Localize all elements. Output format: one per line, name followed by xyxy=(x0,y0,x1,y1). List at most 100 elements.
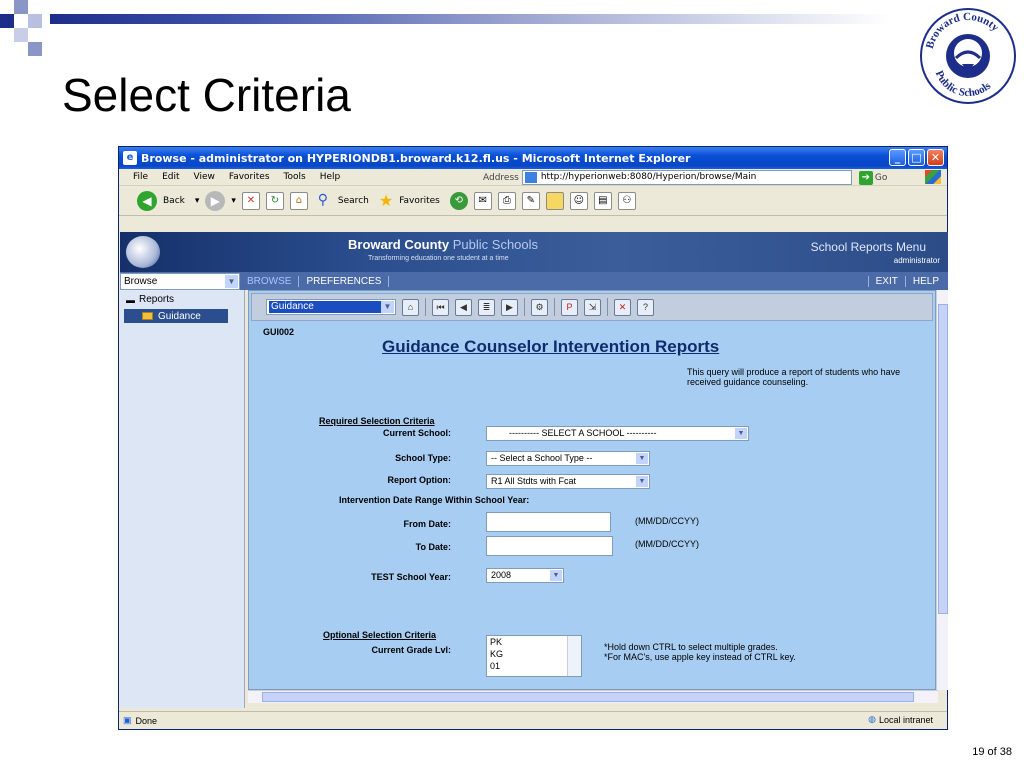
back-arrow-icon[interactable]: ◀ xyxy=(137,190,157,211)
favorites-star-icon[interactable]: ★ xyxy=(379,191,393,210)
menu-file[interactable]: File xyxy=(133,172,148,182)
go-label: Go xyxy=(874,172,888,183)
title-rule xyxy=(50,14,890,24)
view-select-value: Browse xyxy=(124,275,158,287)
report-description: This query will produce a report of stud… xyxy=(687,367,901,387)
broward-schools-logo: Broward County Public Schools xyxy=(920,8,1016,104)
pdf-icon[interactable]: P xyxy=(561,298,578,316)
menu-view[interactable]: View xyxy=(194,172,215,182)
current-school-value: ---------- SELECT A SCHOOL ---------- xyxy=(509,428,657,438)
window-titlebar[interactable]: e Browse - administrator on HYPERIONDB1.… xyxy=(119,147,947,169)
chevron-down-icon[interactable]: ▼ xyxy=(636,453,648,464)
chevron-down-icon[interactable]: ▼ xyxy=(550,570,562,581)
grade-level-label: Current Grade Lvl: xyxy=(371,645,451,655)
sidebar: ▬ Reports Guidance xyxy=(120,290,245,708)
people-icon[interactable]: ⚇ xyxy=(617,191,636,210)
go-button[interactable]: ➔ Go xyxy=(858,170,888,185)
sidebar-reports-label: Reports xyxy=(139,294,175,305)
status-bar: ▣ Done ◍ Local intranet xyxy=(119,711,947,729)
folder-icon[interactable] xyxy=(545,191,564,210)
sidebar-item-guidance[interactable]: Guidance xyxy=(124,309,228,323)
forward-dropdown-icon[interactable]: ▾ xyxy=(231,196,236,206)
browser-toolbar: ◀ Back ▾ ▶ ▾ ✕ ↻ ⌂ ⚲ Search ★ Favorites … xyxy=(119,186,947,216)
list-scrollbar[interactable] xyxy=(567,636,581,676)
toolbar-divider xyxy=(607,298,608,316)
grade-level-list[interactable]: PK KG 01 xyxy=(486,635,582,677)
chevron-down-icon[interactable]: ▼ xyxy=(381,301,394,313)
report-folder-select[interactable]: Guidance ▼ xyxy=(266,299,396,315)
page-navigator-icon[interactable]: ≣ xyxy=(478,298,495,316)
menu-favorites[interactable]: Favorites xyxy=(229,172,270,182)
mail-icon[interactable]: ✉ xyxy=(473,191,492,210)
edit-icon[interactable]: ✎ xyxy=(521,191,540,210)
close-button[interactable]: ✕ xyxy=(927,149,944,166)
back-label[interactable]: Back xyxy=(163,196,185,206)
messenger-icon[interactable]: ☺ xyxy=(569,191,588,210)
vertical-scroll-thumb[interactable] xyxy=(938,304,948,614)
report-option-select[interactable]: R1 All Stdts with Fcat ▼ xyxy=(486,474,650,489)
next-page-icon[interactable]: ▶ xyxy=(501,298,518,316)
nav-preferences[interactable]: PREFERENCES xyxy=(299,275,390,287)
print-icon[interactable]: ⎙ xyxy=(497,191,516,210)
menu-edit[interactable]: Edit xyxy=(162,172,179,182)
from-date-format: (MM/DD/CCYY) xyxy=(635,516,699,526)
close-report-icon[interactable]: ✕ xyxy=(614,298,631,316)
vertical-scrollbar[interactable] xyxy=(936,290,948,690)
home-icon[interactable]: ⌂ xyxy=(289,191,308,210)
view-select[interactable]: Browse ▼ xyxy=(120,272,240,290)
favorites-label[interactable]: Favorites xyxy=(399,196,440,206)
search-icon[interactable]: ⚲ xyxy=(314,192,332,210)
horizontal-scrollbar[interactable] xyxy=(248,690,938,703)
current-school-select[interactable]: ---------- SELECT A SCHOOL ---------- ▼ xyxy=(486,426,749,441)
reports-drawer-icon: ▬ xyxy=(126,294,135,305)
home-icon[interactable]: ⌂ xyxy=(402,298,419,316)
address-input[interactable]: http://hyperionweb:8080/Hyperion/browse/… xyxy=(521,170,852,185)
to-date-field[interactable] xyxy=(486,536,613,556)
grade-note-ctrl: *Hold down CTRL to select multiple grade… xyxy=(604,642,778,652)
current-school-label: Current School: xyxy=(382,428,451,438)
report-option-label: Report Option: xyxy=(387,475,452,485)
test-year-select[interactable]: 2008 ▼ xyxy=(486,568,564,583)
history-icon[interactable]: ⟲ xyxy=(449,191,468,210)
school-type-select[interactable]: -- Select a School Type -- ▼ xyxy=(486,451,650,466)
horizontal-scroll-thumb[interactable] xyxy=(262,692,914,702)
chevron-down-icon[interactable]: ▼ xyxy=(636,476,648,487)
page-icon xyxy=(524,172,537,183)
ie-page-icon: e xyxy=(123,151,137,165)
deco-square-1 xyxy=(0,14,14,28)
menu-tools[interactable]: Tools xyxy=(284,172,306,182)
banner-title-bold: Broward County xyxy=(348,237,450,252)
windows-flag-icon xyxy=(925,170,941,184)
nav-browse[interactable]: BROWSE xyxy=(240,275,300,287)
refresh-icon[interactable]: ↻ xyxy=(265,191,284,210)
banner-title-light: Public Schools xyxy=(452,237,539,252)
school-type-value: -- Select a School Type -- xyxy=(491,453,593,463)
go-arrow-icon: ➔ xyxy=(858,170,873,185)
slide-page-number: 19 of 38 xyxy=(972,746,1012,758)
research-icon[interactable]: ▤ xyxy=(593,191,612,210)
minimize-button[interactable]: _ xyxy=(889,149,906,166)
grade-note-mac: *For MAC's, use apple key instead of CTR… xyxy=(604,652,796,662)
back-dropdown-icon[interactable]: ▾ xyxy=(195,196,200,206)
export-icon[interactable]: ⇲ xyxy=(584,298,601,316)
window-title: Browse - administrator on HYPERIONDB1.br… xyxy=(141,151,691,165)
previous-page-icon[interactable]: ◀ xyxy=(455,298,472,316)
security-zone: ◍ Local intranet xyxy=(868,714,933,725)
from-date-label: From Date: xyxy=(403,519,451,529)
stop-icon[interactable]: ✕ xyxy=(241,191,260,210)
chevron-down-icon[interactable]: ▼ xyxy=(735,428,747,439)
chevron-down-icon[interactable]: ▼ xyxy=(225,274,238,288)
from-date-field[interactable] xyxy=(486,512,611,532)
test-year-value: 2008 xyxy=(491,570,512,580)
maximize-button[interactable]: □ xyxy=(908,149,925,166)
help-icon[interactable]: ? xyxy=(637,298,654,316)
nav-help[interactable]: HELP xyxy=(906,276,946,287)
address-url: http://hyperionweb:8080/Hyperion/browse/… xyxy=(540,172,757,182)
properties-icon[interactable]: ⚙ xyxy=(531,298,548,316)
nav-exit[interactable]: EXIT xyxy=(867,275,906,287)
search-label[interactable]: Search xyxy=(338,196,369,206)
first-page-icon[interactable]: ⏮ xyxy=(432,298,449,316)
menu-help[interactable]: Help xyxy=(320,172,341,182)
sidebar-item-reports[interactable]: ▬ Reports xyxy=(120,290,244,309)
forward-arrow-icon[interactable]: ▶ xyxy=(205,190,226,211)
